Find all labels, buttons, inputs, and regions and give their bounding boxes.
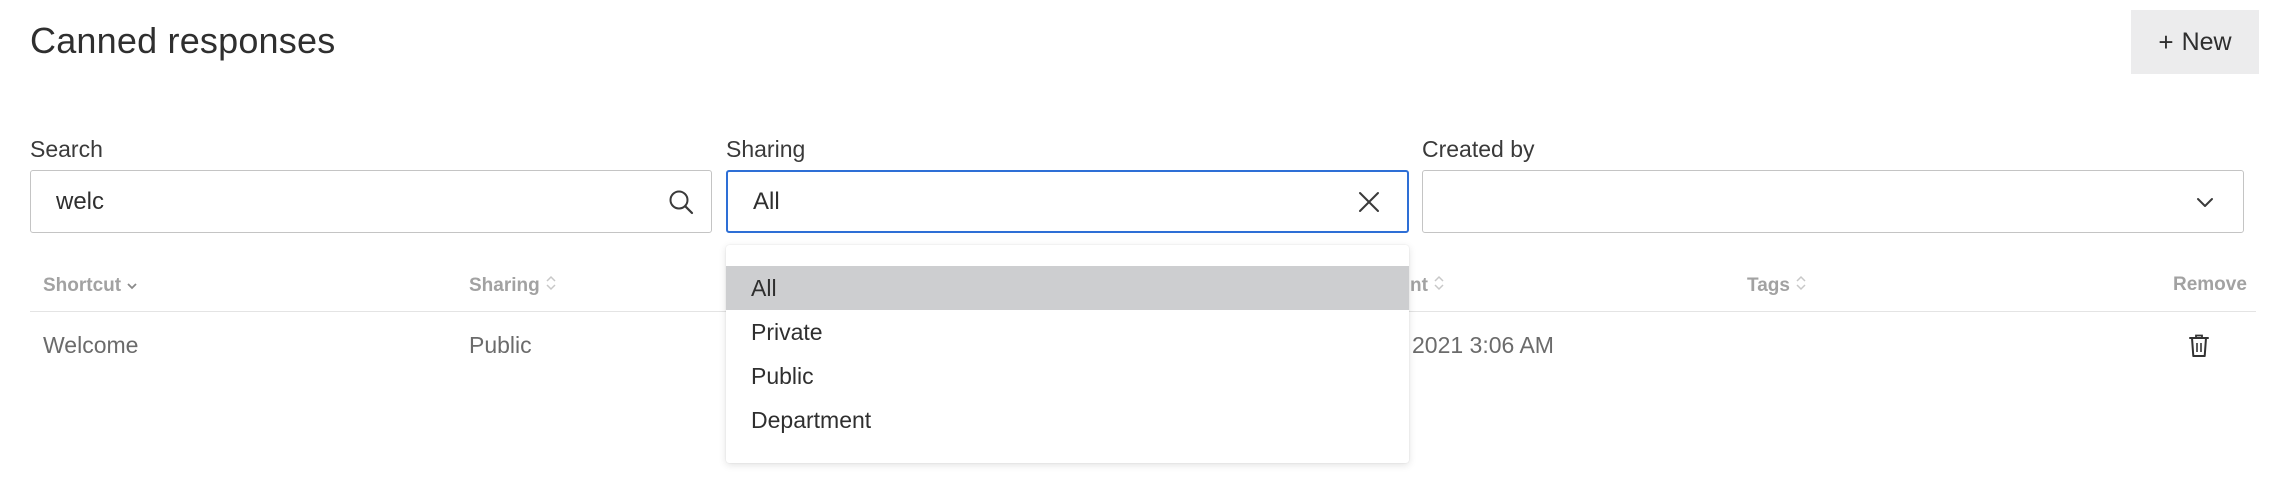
canned-responses-page: Canned responses + New Search welc Shari… [0, 0, 2276, 494]
search-label: Search [30, 136, 103, 162]
row-shortcut: Welcome [43, 332, 139, 358]
sort-chevrons-icon [1795, 274, 1807, 298]
sort-chevrons-icon [1433, 274, 1445, 298]
sharing-label: Sharing [726, 136, 806, 162]
column-header-tags[interactable]: Tags [1747, 274, 1807, 298]
row-date: 2021 3:06 AM [1412, 332, 1554, 358]
close-icon[interactable] [1339, 172, 1399, 231]
chevron-down-icon[interactable] [2175, 171, 2235, 232]
search-input-value[interactable]: welc [31, 188, 651, 216]
column-header-shortcut[interactable]: Shortcut [43, 274, 138, 298]
new-button[interactable]: + New [2131, 10, 2259, 74]
column-header-remove: Remove [2173, 274, 2247, 295]
dropdown-option-private[interactable]: Private [726, 310, 1409, 354]
sharing-dropdown-menu: All Private Public Department [726, 245, 1409, 463]
trash-icon[interactable] [2187, 333, 2211, 364]
search-icon[interactable] [651, 171, 711, 232]
plus-icon: + [2158, 26, 2174, 57]
sort-chevrons-icon [126, 274, 138, 298]
created-by-select[interactable] [1422, 170, 2244, 233]
sort-chevrons-icon [545, 274, 557, 298]
sharing-select-value[interactable]: All [728, 188, 1339, 216]
sharing-select[interactable]: All [726, 170, 1409, 233]
page-title: Canned responses [30, 20, 336, 61]
created-by-label: Created by [1422, 136, 1535, 162]
column-header-sharing[interactable]: Sharing [469, 274, 557, 298]
new-button-label: New [2181, 27, 2232, 56]
row-sharing: Public [469, 332, 532, 358]
dropdown-option-all[interactable]: All [726, 266, 1409, 310]
dropdown-option-department[interactable]: Department [726, 398, 1409, 442]
dropdown-option-public[interactable]: Public [726, 354, 1409, 398]
search-input[interactable]: welc [30, 170, 712, 233]
column-header-date[interactable]: nt [1410, 274, 1445, 298]
